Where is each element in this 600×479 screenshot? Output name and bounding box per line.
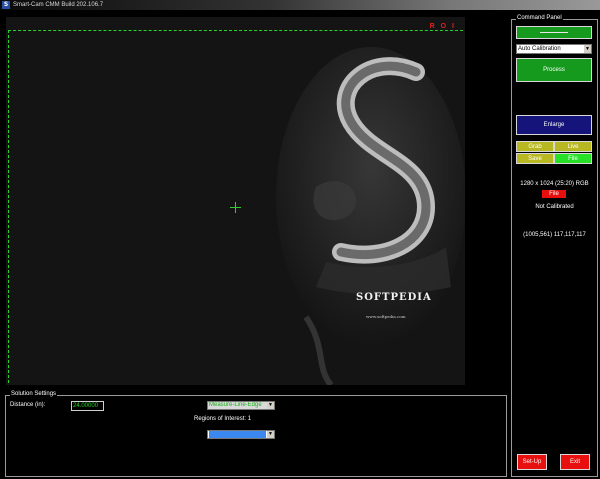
window-title: Smart-Cam CMM Build 202.106.7 bbox=[13, 2, 104, 8]
measure-type-value: Measure-Line-Edge bbox=[209, 402, 262, 408]
status-bar bbox=[540, 32, 568, 33]
grab-button[interactable]: Grab bbox=[516, 141, 554, 152]
solution-settings-group: Solution Settings Distance (in): 24.0000… bbox=[5, 391, 507, 477]
calibration-select-value: Auto Calibration bbox=[518, 46, 561, 52]
distance-input[interactable]: 24.00000 bbox=[71, 401, 104, 411]
crosshair-icon[interactable] bbox=[230, 202, 241, 213]
status-green-button[interactable] bbox=[516, 26, 592, 39]
title-bar: S Smart-Cam CMM Build 202.106.7 bbox=[0, 0, 600, 10]
distance-label: Distance (in): bbox=[10, 402, 46, 408]
measure-type-select[interactable]: Measure-Line-Edge ▼ bbox=[207, 401, 275, 410]
calibration-status: Not Calibrated bbox=[535, 204, 574, 210]
live-button[interactable]: Live bbox=[554, 141, 592, 152]
file-source-button[interactable]: File bbox=[542, 190, 566, 198]
image-viewer[interactable]: SOFTPEDIA www.softpedia.com R O I bbox=[6, 17, 465, 385]
command-panel-group: Command Panel Auto Calibration ▼ Process… bbox=[511, 15, 598, 477]
chevron-down-icon[interactable]: ▼ bbox=[267, 431, 274, 438]
enlarge-button[interactable]: Enlarge bbox=[516, 115, 592, 135]
process-button[interactable]: Process bbox=[516, 58, 592, 82]
command-panel-legend: Command Panel bbox=[516, 15, 563, 21]
setup-button[interactable]: Set-Up bbox=[517, 454, 547, 470]
app-icon[interactable]: S bbox=[2, 1, 10, 9]
resolution-info: 1280 x 1024 (25:20) RGB bbox=[520, 181, 589, 187]
regions-of-interest-label: Regions of Interest: 1 bbox=[194, 416, 252, 422]
file-button[interactable]: File bbox=[554, 153, 592, 164]
roi-select[interactable]: ▼ bbox=[207, 430, 275, 439]
roi-select-value bbox=[209, 431, 266, 438]
chevron-down-icon[interactable]: ▼ bbox=[584, 45, 591, 53]
solution-settings-legend: Solution Settings bbox=[10, 391, 58, 397]
pixel-readout: (1005,561) 117,117,117 bbox=[523, 232, 586, 238]
roi-label: R O I bbox=[429, 23, 456, 30]
save-button[interactable]: Save bbox=[516, 153, 554, 164]
exit-button[interactable]: Exit bbox=[560, 454, 590, 470]
chevron-down-icon[interactable]: ▼ bbox=[267, 402, 274, 409]
calibration-select[interactable]: Auto Calibration ▼ bbox=[516, 44, 592, 54]
